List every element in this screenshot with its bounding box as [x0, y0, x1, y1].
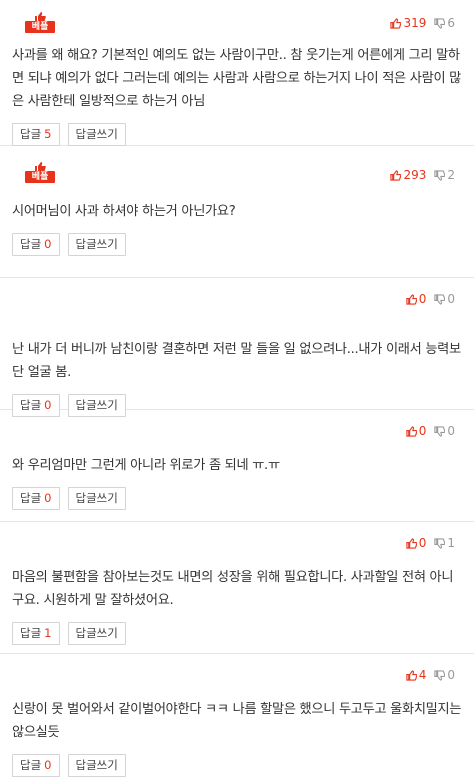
upvote-count: 0 [418, 424, 427, 438]
thumbs-down-icon [434, 169, 446, 181]
thumbs-down-icon [434, 17, 446, 29]
thumbs-down-icon [434, 537, 446, 549]
comment-item: 베플 293 2 시어머님이 사과 하셔야 하는거 아닌가요? 답글 0 답글쓰기 [0, 160, 474, 278]
write-reply-button[interactable]: 답글쓰기 [67, 123, 126, 146]
comment-item: 4 0 신랑이 못 벌어와서 같이벌어야한다 ㅋㅋ 나름 할말은 했으니 두고두… [0, 654, 474, 783]
reply-count: 0 [44, 237, 52, 251]
comment-text: 난 내가 더 버니까 남친이랑 결혼하면 저런 말 들을 일 없으려나...내가… [12, 342, 461, 380]
thumbs-down-icon [434, 425, 446, 437]
thumbs-up-icon [390, 169, 402, 181]
reply-label: 답글 [20, 237, 42, 251]
vote-area: 0 0 [398, 292, 455, 306]
reply-label: 답글 [20, 491, 42, 505]
comment-list: 베플 319 6 사과를 왜 해요? 기본적인 예의도 없는 사람이구만.. 참… [0, 0, 474, 783]
write-reply-button[interactable]: 답글쓰기 [67, 487, 126, 510]
downvote-button[interactable]: 0 [434, 292, 455, 306]
comment-text: 사과를 왜 해요? 기본적인 예의도 없는 사람이구만.. 참 웃기는게 어른에… [12, 48, 462, 109]
thumbs-down-icon [434, 669, 446, 681]
reply-label: 답글 [20, 626, 42, 640]
downvote-button[interactable]: 6 [434, 16, 455, 30]
vote-area: 293 2 [382, 168, 455, 182]
best-comment-badge: 베플 [25, 12, 55, 33]
reply-toggle-button[interactable]: 답글 1 [12, 622, 60, 645]
upvote-count: 0 [418, 292, 427, 306]
downvote-button[interactable]: 2 [434, 168, 455, 182]
thumbs-up-icon [406, 425, 417, 437]
comment-text: 시어머님이 사과 하셔야 하는거 아닌가요? [12, 204, 236, 219]
downvote-count: 2 [447, 168, 455, 182]
vote-area: 4 0 [398, 668, 455, 682]
upvote-count: 0 [418, 536, 427, 550]
comment-text: 와 우리엄마만 그런게 아니라 위로가 좀 되네 ㅠ.ㅠ [12, 458, 280, 473]
upvote-count: 4 [418, 668, 427, 682]
upvote-button[interactable]: 319 [390, 16, 426, 30]
reply-toggle-button[interactable]: 답글 0 [12, 233, 60, 256]
downvote-count: 1 [447, 536, 455, 550]
reply-label: 답글 [20, 758, 42, 772]
reply-toggle-button[interactable]: 답글 5 [12, 123, 60, 146]
thumbs-up-icon [390, 17, 402, 29]
downvote-count: 0 [447, 292, 455, 306]
write-reply-button[interactable]: 답글쓰기 [67, 754, 126, 777]
downvote-button[interactable]: 0 [434, 424, 455, 438]
comment-text: 신랑이 못 벌어와서 같이벌어야한다 ㅋㅋ 나름 할말은 했으니 두고두고 울화… [12, 702, 462, 740]
reply-count: 0 [44, 758, 52, 772]
vote-area: 0 0 [398, 424, 455, 438]
comment-text: 마음의 불편함을 참아보는것도 내면의 성장을 위해 필요합니다. 사과할일 전… [12, 570, 454, 608]
downvote-count: 6 [447, 16, 455, 30]
upvote-count: 319 [403, 16, 427, 30]
upvote-button[interactable]: 0 [406, 536, 427, 550]
reply-count: 1 [44, 626, 52, 640]
reply-count: 0 [44, 491, 52, 505]
reply-toggle-button[interactable]: 답글 0 [12, 487, 60, 510]
write-reply-button[interactable]: 답글쓰기 [67, 233, 126, 256]
upvote-button[interactable]: 0 [406, 424, 427, 438]
upvote-button[interactable]: 4 [406, 668, 427, 682]
comment-item: 0 0 와 우리엄마만 그런게 아니라 위로가 좀 되네 ㅠ.ㅠ 답글 0 답글쓰… [0, 410, 474, 522]
vote-area: 0 1 [398, 536, 455, 550]
write-reply-button[interactable]: 답글쓰기 [67, 622, 126, 645]
comment-item: 베플 319 6 사과를 왜 해요? 기본적인 예의도 없는 사람이구만.. 참… [0, 0, 474, 146]
thumbs-down-icon [434, 293, 446, 305]
downvote-count: 0 [447, 668, 455, 682]
upvote-button[interactable]: 293 [390, 168, 426, 182]
upvote-count: 293 [403, 168, 427, 182]
best-comment-badge: 베플 [25, 162, 55, 183]
thumbs-up-icon [406, 669, 417, 681]
comment-item: 0 0 난 내가 더 버니까 남친이랑 결혼하면 저런 말 들을 일 없으려나.… [0, 278, 474, 417]
downvote-button[interactable]: 0 [434, 668, 455, 682]
reply-toggle-button[interactable]: 답글 0 [12, 754, 60, 777]
downvote-count: 0 [447, 424, 455, 438]
upvote-button[interactable]: 0 [406, 292, 427, 306]
downvote-button[interactable]: 1 [434, 536, 455, 550]
reply-count: 5 [44, 127, 52, 141]
reply-label: 답글 [20, 127, 42, 141]
comment-item: 0 1 마음의 불편함을 참아보는것도 내면의 성장을 위해 필요합니다. 사과… [0, 522, 474, 654]
thumbs-up-icon [406, 537, 417, 549]
vote-area: 319 6 [382, 16, 455, 30]
thumbs-up-icon [406, 293, 417, 305]
